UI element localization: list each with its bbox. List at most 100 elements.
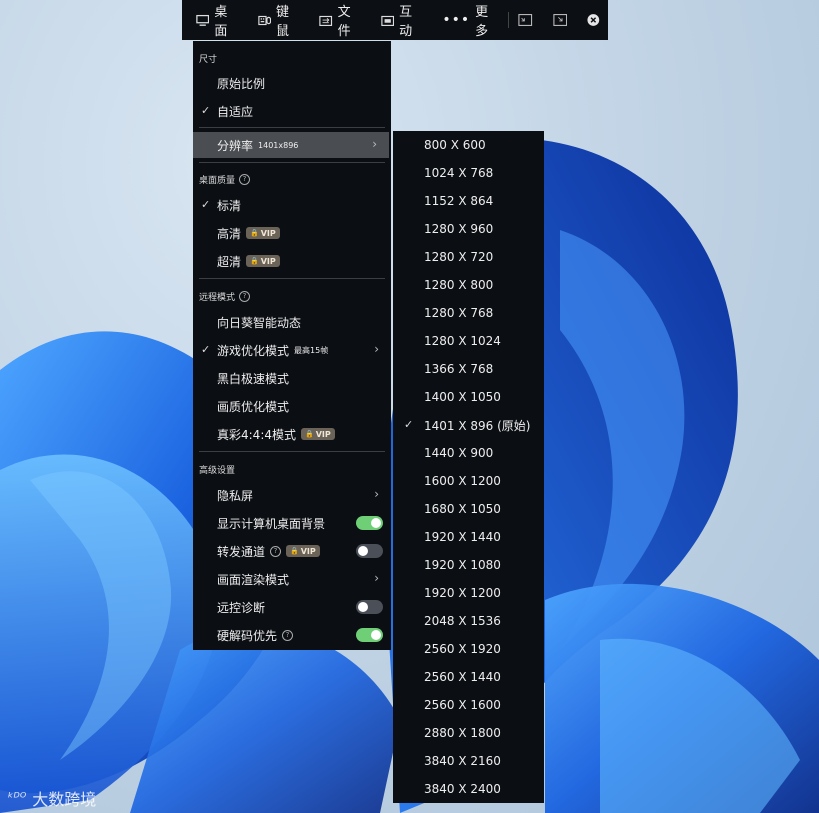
vip-badge: 🔒 VIP [246,227,280,239]
toolbar-interact-label: 互动 [399,5,413,39]
remote-diagnosis-toggle[interactable] [356,600,383,614]
section-advanced: 高级设置 [199,463,235,476]
section-size-label: 尺寸 [199,55,218,65]
forward-channel-toggle[interactable] [356,544,383,558]
resolution-option-label: 2880 X 1800 [424,726,501,740]
menu-item-resolution[interactable]: 分辨率 1401x896 › [193,132,389,158]
divider [199,451,385,452]
resolution-option[interactable]: 3840 X 2160 [393,747,544,775]
resolution-option[interactable]: 1280 X 960 [393,215,544,243]
check-icon: ✓ [201,343,211,356]
help-icon[interactable]: ? [239,174,251,185]
resolution-option[interactable]: 1440 X 900 [393,439,544,467]
resolution-option[interactable]: 800 X 600 [393,131,544,159]
divider [199,278,385,279]
toolbar-desktop-button[interactable]: 桌面 [196,1,238,39]
vip-badge: 🔒 VIP [246,255,280,267]
menu-item-privacy-screen[interactable]: 隐私屏 › [193,482,391,508]
menu-item-remote-diagnosis[interactable]: 远控诊断 [193,594,391,620]
resolution-label: 分辨率 [217,138,254,153]
resolution-option-label: 1401 X 896 (原始) [424,418,531,433]
toolbar-keyboard-mouse-button[interactable]: 键鼠 [257,1,300,39]
smart-dynamic-label: 向日葵智能动态 [217,315,302,330]
toolbar-more-label: 更多 [475,5,489,39]
menu-item-quality-ultra[interactable]: 超清 🔒 VIP [193,248,391,274]
menu-item-hw-decode[interactable]: 硬解码优先 ? [193,622,391,648]
lock-icon: 🔒 [290,547,299,555]
minimize-window-icon[interactable] [553,13,567,27]
menu-item-bw-mode[interactable]: 黑白极速模式 [193,365,391,391]
toolbar-file-label: 文件 [337,5,351,39]
resolution-option[interactable]: 1366 X 768 [393,355,544,383]
menu-item-show-desktop-bg[interactable]: 显示计算机桌面背景 [193,510,391,536]
game-mode-label: 游戏优化模式 [217,343,290,358]
resolution-option[interactable]: 1920 X 1080 [393,551,544,579]
privacy-screen-label: 隐私屏 [217,488,254,503]
menu-item-forward-channel[interactable]: 转发通道 ? 🔒 VIP [193,538,391,564]
toolbar-desktop-label: 桌面 [214,5,228,39]
toolbar-file-button[interactable]: 文件 [319,1,361,39]
resolution-option[interactable]: 2048 X 1536 [393,607,544,635]
menu-item-truecolor-mode[interactable]: 真彩4:4:4模式 🔒 VIP [193,421,391,447]
resolution-option[interactable]: ✓ 1401 X 896 (原始) [393,411,544,439]
toolbar-separator [507,12,509,28]
resolution-option-label: 2048 X 1536 [424,614,501,628]
original-ratio-label: 原始比例 [217,76,266,91]
resolution-option[interactable]: 1600 X 1200 [393,467,544,495]
resolution-value: 1401x896 [258,140,299,150]
menu-item-render-mode[interactable]: 画面渲染模式 › [193,566,391,592]
resolution-option[interactable]: 2560 X 1600 [393,691,544,719]
resolution-option[interactable]: 2560 X 1920 [393,635,544,663]
lock-icon: 🔒 [305,430,314,438]
resolution-option[interactable]: 1280 X 720 [393,243,544,271]
vip-text: VIP [315,429,331,439]
resolution-option[interactable]: 2560 X 1440 [393,663,544,691]
resolution-option[interactable]: 1280 X 800 [393,271,544,299]
divider [199,127,385,128]
menu-item-original-ratio[interactable]: 原始比例 [193,70,391,96]
file-transfer-icon [319,15,333,26]
render-mode-label: 画面渲染模式 [217,572,290,587]
resolution-option-label: 1920 X 1080 [424,558,501,572]
lock-icon: 🔒 [250,257,259,265]
menu-item-adaptive[interactable]: ✓ 自适应 [193,98,391,124]
menu-item-game-mode[interactable]: ✓ 游戏优化模式 最高15帧 › [193,337,391,363]
resolution-option[interactable]: 1920 X 1200 [393,579,544,607]
resolution-option-label: 1600 X 1200 [424,474,501,488]
hw-decode-label: 硬解码优先 [217,628,278,643]
shrink-window-icon[interactable] [518,13,533,27]
close-icon[interactable] [587,13,600,27]
more-dots-icon: ••• [442,12,471,28]
resolution-option[interactable]: 1152 X 864 [393,187,544,215]
show-desktop-bg-toggle[interactable] [356,516,383,530]
resolution-option-label: 1920 X 1440 [424,530,501,544]
resolution-option[interactable]: 1280 X 768 [393,299,544,327]
quality-high-label: 高清 [217,226,242,241]
menu-item-quality-high[interactable]: 高清 🔒 VIP [193,220,391,246]
help-icon[interactable]: ? [270,545,282,557]
help-icon[interactable]: ? [239,291,251,302]
keyboard-mouse-icon [257,15,271,25]
toolbar-more-button[interactable]: ••• 更多 [442,1,495,39]
help-icon[interactable]: ? [282,629,294,641]
resolution-option-label: 2560 X 1600 [424,698,501,712]
menu-item-quality-mode[interactable]: 画质优化模式 [193,393,391,419]
resolution-option-label: 2560 X 1440 [424,670,501,684]
truecolor-mode-label: 真彩4:4:4模式 [217,427,296,442]
menu-item-smart-dynamic[interactable]: 向日葵智能动态 [193,309,391,335]
watermark-logo-icon: ᵏᴰᴼ [8,790,27,806]
resolution-option[interactable]: 1680 X 1050 [393,495,544,523]
display-settings-menu: 尺寸 原始比例 ✓ 自适应 分辨率 1401x896 › 桌面质量 ? ✓ 标清… [193,41,391,650]
resolution-option[interactable]: 3840 X 2400 [393,775,544,803]
hw-decode-toggle[interactable] [356,628,383,642]
resolution-option[interactable]: 1024 X 768 [393,159,544,187]
resolution-option[interactable]: 2880 X 1800 [393,719,544,747]
game-mode-sub: 最高15帧 [294,345,329,355]
resolution-option[interactable]: 1400 X 1050 [393,383,544,411]
toolbar-interact-button[interactable]: 互动 [381,1,423,39]
resolution-option-label: 1920 X 1200 [424,586,501,600]
menu-item-quality-standard[interactable]: ✓ 标清 [193,192,391,218]
interact-icon [381,15,394,26]
resolution-option[interactable]: 1280 X 1024 [393,327,544,355]
resolution-option[interactable]: 1920 X 1440 [393,523,544,551]
